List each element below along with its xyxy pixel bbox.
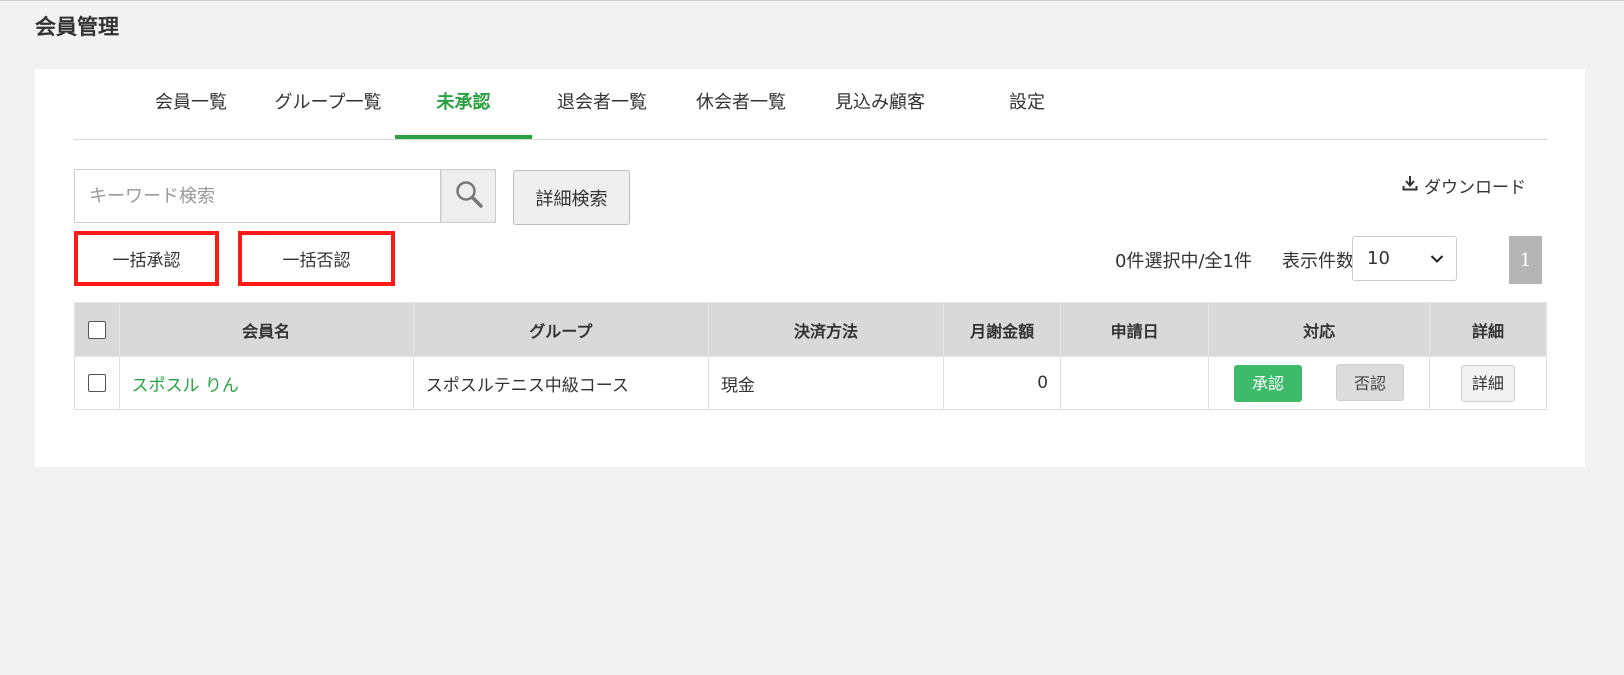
pagination-page[interactable]: 1	[1509, 236, 1542, 284]
tab-bar: 会員一覧 グループ一覧 未承認 退会者一覧 休会者一覧 見込み顧客 設定	[74, 69, 1547, 140]
applied-date-cell	[1060, 356, 1210, 410]
detail-cell: 詳細	[1428, 356, 1548, 410]
group-cell: スポスルテニス中級コース	[412, 356, 709, 410]
bulk-reject-button[interactable]: 一括否認	[238, 231, 395, 286]
chevron-down-icon	[1430, 248, 1444, 269]
select-all-cell	[74, 302, 120, 357]
download-icon	[1402, 175, 1418, 196]
detail-button[interactable]: 詳細	[1460, 364, 1515, 402]
main-panel: 会員一覧 グループ一覧 未承認 退会者一覧 休会者一覧 見込み顧客 設定 詳細検…	[35, 69, 1585, 467]
bulk-approve-button[interactable]: 一括承認	[74, 231, 219, 286]
tab-group-list[interactable]: グループ一覧	[269, 69, 387, 139]
search-input[interactable]	[75, 170, 442, 222]
header-member-name: 会員名	[118, 302, 414, 357]
per-page-label: 表示件数:	[1282, 251, 1361, 272]
header-payment: 決済方法	[707, 302, 945, 357]
tab-suspended-list[interactable]: 休会者一覧	[691, 69, 791, 139]
action-cell: 承認 否認	[1208, 356, 1430, 410]
approve-button[interactable]: 承認	[1234, 365, 1303, 402]
download-label: ダウンロード	[1424, 178, 1526, 198]
header-action: 対応	[1208, 302, 1430, 357]
download-link[interactable]: ダウンロード	[1402, 173, 1526, 198]
reject-button[interactable]: 否認	[1336, 364, 1405, 401]
search-icon	[454, 179, 484, 213]
header-applied-date: 申請日	[1060, 302, 1210, 357]
member-name-link[interactable]: スポスル りん	[132, 376, 239, 396]
select-all-checkbox[interactable]	[87, 321, 106, 340]
row-checkbox[interactable]	[87, 374, 106, 392]
member-table: 会員名 グループ 決済方法 月謝金額 申請日 対応 詳細 スポスル りん スポス…	[74, 302, 1548, 410]
table-header-row: 会員名 グループ 決済方法 月謝金額 申請日 対応 詳細	[74, 302, 1548, 357]
search-box	[74, 169, 442, 223]
header-detail: 詳細	[1428, 302, 1548, 357]
tab-unapproved[interactable]: 未承認	[395, 69, 532, 139]
payment-cell: 現金	[707, 356, 945, 410]
header-group: グループ	[412, 302, 709, 357]
fee-cell: 0	[943, 356, 1062, 410]
table-row: スポスル りん スポスルテニス中級コース 現金 0 承認 否認 詳細	[74, 356, 1548, 410]
tab-prospects[interactable]: 見込み顧客	[830, 69, 930, 139]
per-page-select[interactable]: 10	[1352, 236, 1457, 281]
row-select-cell	[74, 356, 120, 410]
member-name-cell: スポスル りん	[118, 356, 414, 410]
tab-member-list[interactable]: 会員一覧	[150, 69, 232, 139]
page-title: 会員管理	[35, 15, 119, 39]
header-fee: 月謝金額	[943, 302, 1062, 357]
selection-status: 0件選択中/全1件	[1115, 251, 1252, 272]
search-button[interactable]	[441, 169, 496, 223]
advanced-search-button[interactable]: 詳細検索	[513, 170, 630, 225]
tab-withdrawn-list[interactable]: 退会者一覧	[552, 69, 652, 139]
tab-settings[interactable]: 設定	[972, 69, 1082, 139]
per-page-value: 10	[1367, 248, 1390, 269]
